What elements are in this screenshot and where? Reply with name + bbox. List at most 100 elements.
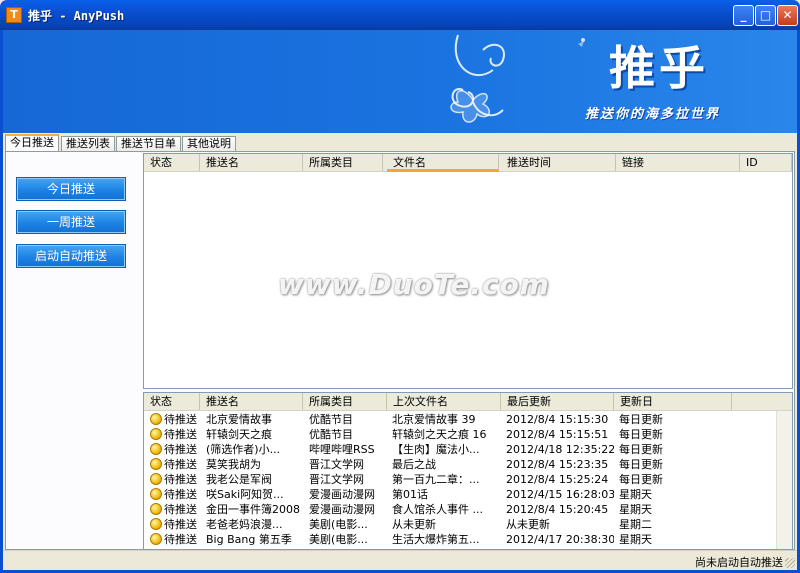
last-updated-cell: 2012/4/15 16:28:03 [506,488,614,501]
name-cell: 咲Saki阿知贺... [206,488,284,501]
category-cell: 哔哩哔哩RSS [309,443,375,456]
last-updated-cell: 2012/4/17 20:38:30 [506,533,614,546]
category-cell: 美剧(电影... [309,518,368,531]
last-updated-cell: 2012/8/4 15:25:24 [506,473,609,486]
table-row[interactable]: 待推送 Big Bang 第五季 美剧(电影... 生活大爆炸第五... 201… [144,532,792,547]
category-cell: 优酷节目 [309,413,353,426]
last-file-cell: 食人馆杀人事件 ... [392,503,483,516]
update-day-cell: 每日更新 [619,413,663,426]
status-cell: 待推送 [148,517,200,532]
status-bar: 尚未启动自动推送 [3,550,797,570]
status-cell: 待推送 [148,457,200,472]
name-cell: 老爸老妈浪漫... [206,518,283,531]
last-updated-cell: 2012/8/4 15:15:51 [506,428,609,441]
status-cell: 待推送 [148,532,200,547]
update-day-cell: 每日更新 [619,458,663,471]
pending-status-icon [150,503,162,515]
subscription-list-table[interactable]: 状态 推送名 所属类目 上次文件名 最后更新 更新日 待推送 北京爱情故事 优酷… [143,392,793,550]
column-header-status[interactable]: 状态 [144,154,200,171]
table-row[interactable]: 待推送 北京爱情故事 优酷节目 北京爱情故事 39 2012/8/4 15:15… [144,412,792,427]
last-file-cell: 最后之战 [392,458,436,471]
tab-today[interactable]: 今日推送 [5,134,59,152]
pending-status-icon [150,533,162,545]
column-header-link[interactable]: 链接 [616,154,740,171]
update-day-cell: 星期二 [619,518,652,531]
column-header-last-updated[interactable]: 最后更新 [501,393,614,410]
window-title: 推乎 - AnyPush [28,9,125,23]
name-cell: 北京爱情故事 [206,413,272,426]
slogan: 推送你的海多拉世界 [585,107,721,122]
name-cell: Big Bang 第五季 [206,533,292,546]
last-file-cell: 北京爱情故事 39 [392,413,476,426]
update-day-cell: 星期天 [619,503,652,516]
status-cell: 待推送 [148,502,200,517]
tab-other-info[interactable]: 其他说明 [182,136,236,152]
pending-status-icon [150,458,162,470]
status-cell: 待推送 [148,427,200,442]
vertical-scrollbar[interactable] [776,411,792,549]
table-row[interactable]: 待推送 莫笑我胡为 晋江文学网 最后之战 2012/8/4 15:23:35 每… [144,457,792,472]
last-updated-cell: 从未更新 [506,518,550,531]
app-icon[interactable]: T [6,7,22,23]
title-bar: T 推乎 - AnyPush _ □ ✕ [0,0,800,30]
update-day-cell: 每日更新 [619,428,663,441]
maximize-button[interactable]: □ [755,5,776,26]
column-header-name[interactable]: 推送名 [200,154,303,171]
column-header-push-time[interactable]: 推送时间 [501,154,616,171]
watermark-text: www.DuoTe.com [278,268,550,301]
left-panel: 今日推送 一周推送 启动自动推送 [8,153,142,549]
last-file-cell: 【生肉】魔法小... [392,443,480,456]
column-header-last-file[interactable]: 上次文件名 [387,393,501,410]
name-cell: 我老公是军阀 [206,473,272,486]
push-list-header: 状态 推送名 所属类目 文件名 推送时间 链接 ID [144,154,792,172]
column-header-name[interactable]: 推送名 [200,393,303,410]
update-day-cell: 星期天 [619,488,652,501]
tab-push-list[interactable]: 推送列表 [61,136,115,152]
table-row[interactable]: 待推送 (筛选作者)小... 哔哩哔哩RSS 【生肉】魔法小... 2012/4… [144,442,792,457]
table-row[interactable]: 待推送 我老公是军阀 晋江文学网 第一百九二章：... 2012/8/4 15:… [144,472,792,487]
tab-push-schedule[interactable]: 推送节目单 [116,136,181,152]
subscription-list-header: 状态 推送名 所属类目 上次文件名 最后更新 更新日 [144,393,792,411]
pending-status-icon [150,473,162,485]
pending-status-icon [150,518,162,530]
resize-grip-icon[interactable] [785,558,795,568]
status-cell: 待推送 [148,442,200,457]
column-header-status[interactable]: 状态 [144,393,200,410]
last-updated-cell: 2012/8/4 15:23:35 [506,458,609,471]
last-updated-cell: 2012/8/4 15:20:45 [506,503,609,516]
column-header-update-day[interactable]: 更新日 [614,393,732,410]
category-cell: 爱漫画动漫网 [309,503,375,516]
column-header-category[interactable]: 所属类目 [303,393,387,410]
status-cell: 待推送 [148,487,200,502]
category-cell: 爱漫画动漫网 [309,488,375,501]
close-button[interactable]: ✕ [777,5,798,26]
table-row[interactable]: 待推送 金田一事件簿2008 爱漫画动漫网 食人馆杀人事件 ... 2012/8… [144,502,792,517]
table-row[interactable]: 待推送 咲Saki阿知贺... 爱漫画动漫网 第01话 2012/4/15 16… [144,487,792,502]
status-cell: 待推送 [148,412,200,427]
table-row[interactable]: 待推送 老爸老妈浪漫... 美剧(电影... 从未更新 从未更新 星期二 [144,517,792,532]
minimize-button[interactable]: _ [733,5,754,26]
last-file-cell: 从未更新 [392,518,436,531]
last-file-cell: 第一百九二章：... [392,473,480,486]
pending-status-icon [150,413,162,425]
window-frame-left [0,30,3,573]
column-header-id[interactable]: ID [740,154,792,171]
column-header-category[interactable]: 所属类目 [303,154,383,171]
week-push-button[interactable]: 一周推送 [16,210,126,234]
update-day-cell: 每日更新 [619,443,663,456]
header-banner: 推乎 推送你的海多拉世界 [3,30,797,133]
status-cell: 待推送 [148,472,200,487]
column-header-filename[interactable]: 文件名 [387,154,499,172]
today-push-button[interactable]: 今日推送 [16,177,126,201]
table-row[interactable]: 待推送 轩辕剑天之痕 优酷节目 轩辕剑之天之痕 16 2012/8/4 15:1… [144,427,792,442]
pending-status-icon [150,488,162,500]
name-cell: 金田一事件簿2008 [206,503,300,516]
name-cell: 莫笑我胡为 [206,458,261,471]
category-cell: 美剧(电影... [309,533,368,546]
auto-push-status: 尚未启动自动推送 [695,556,783,569]
name-cell: 轩辕剑天之痕 [206,428,272,441]
update-day-cell: 每日更新 [619,473,663,486]
last-file-cell: 轩辕剑之天之痕 16 [392,428,487,441]
brand-logo-text: 推乎 [609,41,709,95]
start-auto-push-button[interactable]: 启动自动推送 [16,244,126,268]
